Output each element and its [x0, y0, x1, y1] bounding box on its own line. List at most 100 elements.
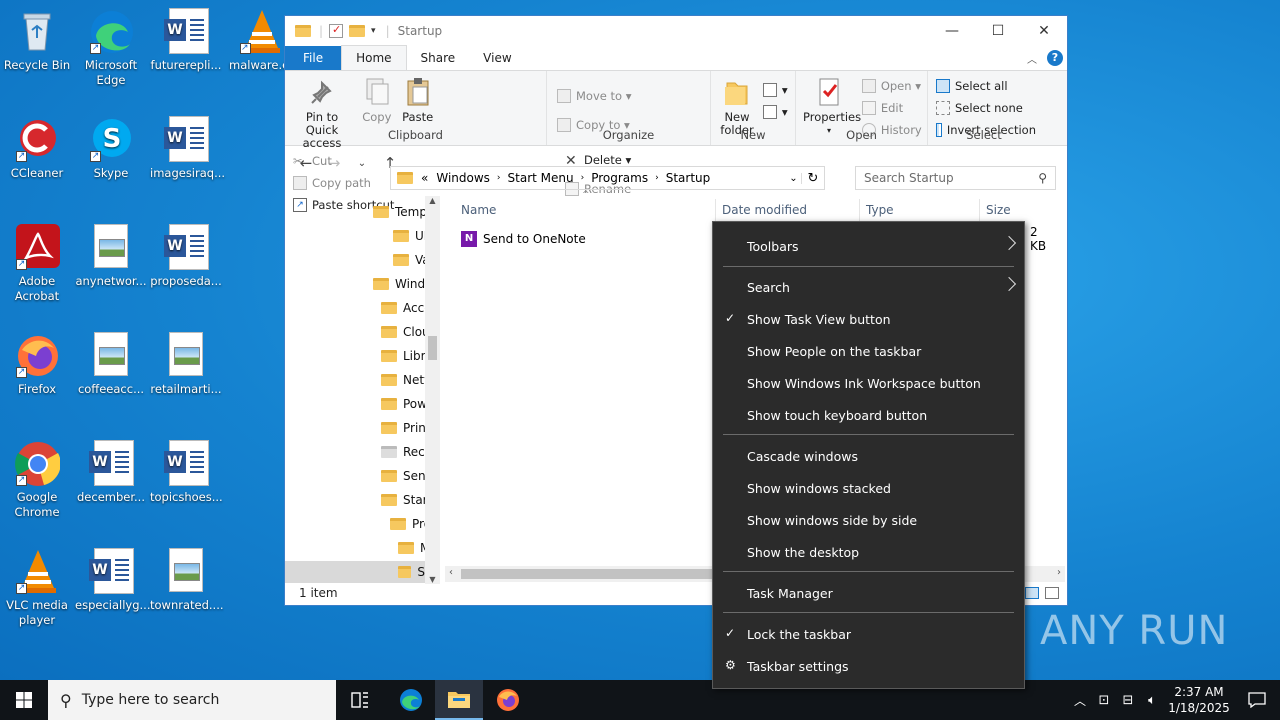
paste-button[interactable]: Paste — [399, 75, 437, 124]
nav-tree-item[interactable]: Temp — [373, 201, 427, 223]
nav-tree-item[interactable]: Clou — [381, 321, 430, 343]
properties-icon[interactable]: ✓ — [329, 23, 344, 38]
collapse-ribbon-icon[interactable]: ︿ — [1027, 51, 1037, 66]
nav-tree-item[interactable]: Print — [381, 417, 431, 439]
tab-home[interactable]: Home — [341, 45, 407, 70]
new-folder-icon[interactable] — [349, 25, 366, 37]
security-icon[interactable]: ⊡ — [1092, 693, 1116, 708]
desktop-icon-townrated[interactable]: townrated.... — [150, 548, 224, 613]
clock-time: 2:37 AM — [1174, 685, 1224, 699]
context-menu-item[interactable]: Cascade windows — [713, 442, 1024, 470]
tab-view[interactable]: View — [469, 46, 525, 70]
search-box[interactable]: Search Startup ⚲ — [855, 166, 1056, 190]
folder-icon — [381, 422, 397, 434]
column-type[interactable]: Type — [866, 203, 894, 217]
desktop-icon-skype[interactable]: S ↗ Skype — [75, 116, 147, 181]
context-menu-item[interactable]: Show touch keyboard button — [713, 401, 1024, 429]
desktop-icon-firefox[interactable]: ↗ Firefox — [1, 332, 73, 397]
nav-scrollbar[interactable]: ▲ ▼ — [425, 196, 440, 584]
desktop-icon-futurerepli[interactable]: futurerepli... — [150, 8, 222, 73]
taskbar-search-box[interactable]: ⚲ Type here to search — [48, 680, 336, 720]
minimize-button[interactable]: — — [929, 16, 975, 46]
address-bar[interactable]: « Windows › Start Menu › Programs › Star… — [390, 166, 825, 190]
desktop-icon-december[interactable]: december... — [75, 440, 147, 505]
move-to-button[interactable]: Move to ▾ — [557, 81, 631, 111]
details-view-icon[interactable] — [1025, 587, 1039, 599]
desktop-icon-google-chrome[interactable]: ↗ Google Chrome — [1, 440, 73, 520]
context-menu-item[interactable]: ✓ Show Task View button — [713, 305, 1024, 333]
quick-access-dropdown-icon[interactable]: ▾ — [371, 26, 376, 36]
context-menu-item[interactable]: ⚙ Taskbar settings — [713, 652, 1024, 680]
desktop-icon-topicshoes[interactable]: topicshoes... — [150, 440, 223, 505]
edit-button[interactable]: Edit — [861, 97, 922, 119]
open-button[interactable]: Open ▾ — [861, 75, 922, 97]
column-date-modified[interactable]: Date modified — [722, 203, 807, 217]
copy-button[interactable]: Copy — [359, 75, 395, 124]
scroll-thumb[interactable] — [428, 336, 437, 360]
context-menu-item[interactable]: Show People on the taskbar — [713, 337, 1024, 365]
taskbar-edge[interactable] — [387, 680, 435, 720]
notifications-button[interactable] — [1234, 680, 1280, 720]
column-size[interactable]: Size — [986, 203, 1011, 217]
desktop-icon-anynetwor[interactable]: anynetwor... — [75, 224, 147, 289]
nav-tree-item[interactable]: Windo — [373, 273, 433, 295]
address-dropdown-icon[interactable]: ⌄ — [786, 172, 802, 184]
volume-icon[interactable]: 🔈︎ — [1140, 693, 1164, 708]
path-overflow[interactable]: « — [421, 171, 428, 185]
network-icon[interactable]: ⊟ — [1116, 693, 1140, 708]
desktop-icon-recycle-bin[interactable]: Recycle Bin — [1, 8, 73, 73]
desktop-icon-adobe-acrobat[interactable]: ↗ Adobe Acrobat — [1, 224, 73, 304]
context-menu-item[interactable]: Show windows side by side — [713, 506, 1024, 534]
context-menu-item[interactable]: Show Windows Ink Workspace button — [713, 369, 1024, 397]
context-menu-item[interactable]: ✓ Lock the taskbar — [713, 620, 1024, 648]
easy-access-button[interactable]: ▾ — [762, 101, 788, 123]
scroll-left-icon[interactable]: ‹ — [449, 567, 453, 578]
breadcrumb-start-menu[interactable]: Start Menu — [508, 171, 574, 185]
taskbar-firefox[interactable] — [484, 680, 532, 720]
select-all-button[interactable]: Select all — [936, 75, 1036, 97]
breadcrumb-windows[interactable]: Windows — [436, 171, 490, 185]
tab-file[interactable]: File — [285, 46, 342, 70]
context-menu-label: Show Task View button — [747, 311, 891, 327]
scroll-up-icon[interactable]: ▲ — [425, 196, 440, 210]
context-menu-item[interactable]: Task Manager — [713, 579, 1024, 607]
scroll-right-icon[interactable]: › — [1057, 567, 1061, 578]
context-menu-item[interactable]: Toolbars — [713, 232, 1024, 260]
nav-tree-item[interactable]: Acce — [381, 297, 432, 319]
copy-path-button[interactable]: Copy path — [293, 172, 394, 194]
scroll-thumb[interactable] — [461, 569, 717, 579]
desktop-icon-malware[interactable]: ↗ malware.e — [226, 8, 286, 73]
start-button[interactable] — [0, 680, 48, 720]
desktop-icon-vlc[interactable]: ↗ VLC media player — [1, 548, 73, 628]
group-label: Select — [966, 128, 1002, 142]
nav-tree-item[interactable]: Pow — [381, 393, 427, 415]
cut-button[interactable]: ✂ Cut — [293, 150, 394, 172]
breadcrumb-programs[interactable]: Programs — [591, 171, 648, 185]
desktop-icon-coffeeacc[interactable]: coffeeacc... — [75, 332, 147, 397]
maximize-button[interactable]: ☐ — [975, 16, 1021, 46]
close-button[interactable]: ✕ — [1021, 16, 1067, 46]
properties-icon — [815, 77, 843, 107]
select-none-button[interactable]: Select none — [936, 97, 1036, 119]
new-item-button[interactable]: ▾ — [762, 79, 788, 101]
desktop-icon-retailmarti[interactable]: retailmarti... — [150, 332, 222, 397]
task-view-button[interactable] — [336, 680, 384, 720]
column-name[interactable]: Name — [461, 203, 496, 217]
show-hidden-icons-button[interactable]: ︿ — [1068, 692, 1092, 709]
breadcrumb-startup[interactable]: Startup — [666, 171, 711, 185]
context-menu-item[interactable]: Show the desktop — [713, 538, 1024, 566]
desktop-icon-microsoft-edge[interactable]: ↗ Microsoft Edge — [75, 8, 147, 88]
desktop-icon-especiallyg[interactable]: especiallyg... — [75, 548, 150, 613]
taskbar-file-explorer[interactable] — [435, 680, 483, 720]
context-menu-item[interactable]: Search — [713, 273, 1024, 301]
desktop-icon-imagesiraq[interactable]: imagesiraq... — [150, 116, 225, 181]
tab-share[interactable]: Share — [407, 46, 470, 70]
refresh-icon[interactable]: ↻ — [802, 171, 824, 186]
context-menu-item[interactable]: Show windows stacked — [713, 474, 1024, 502]
clock[interactable]: 2:37 AM 1/18/2025 — [1164, 684, 1234, 716]
desktop-icon-proposeda[interactable]: proposeda... — [150, 224, 222, 289]
nav-tree-item[interactable]: S — [285, 561, 425, 583]
large-icons-view-icon[interactable] — [1045, 587, 1059, 599]
desktop-icon-ccleaner[interactable]: ↗ CCleaner — [1, 116, 73, 181]
help-icon[interactable]: ? — [1047, 50, 1063, 66]
